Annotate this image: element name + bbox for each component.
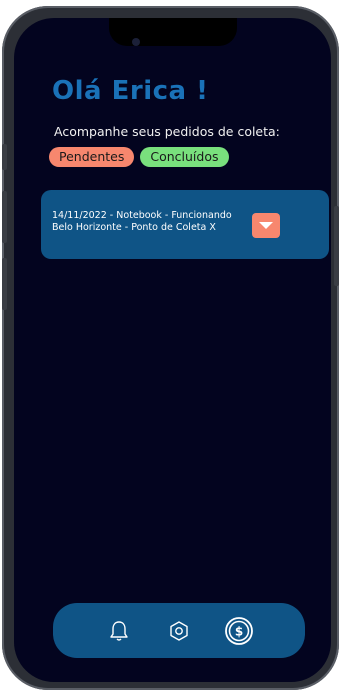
notch <box>108 18 237 46</box>
mute-switch <box>2 144 7 170</box>
expand-order-button[interactable] <box>252 213 280 238</box>
status-filters: Pendentes Concluídos <box>49 147 229 167</box>
power-button <box>334 206 339 286</box>
front-camera <box>132 38 140 46</box>
chevron-down-icon <box>259 222 273 229</box>
volume-down-button <box>2 258 7 310</box>
svg-text:$: $ <box>235 624 243 638</box>
notifications-nav-button[interactable] <box>102 614 136 648</box>
volume-up-button <box>2 191 7 243</box>
dollar-icon: $ <box>225 616 253 645</box>
phone-frame: Olá Erica ! Acompanhe seus pedidos de co… <box>2 6 339 690</box>
order-location: Belo Horizonte - Ponto de Coleta X <box>52 222 216 233</box>
bottom-nav: $ <box>53 603 305 658</box>
bell-icon <box>110 620 128 641</box>
settings-nav-button[interactable] <box>162 614 196 648</box>
order-card[interactable]: 14/11/2022 - Notebook - Funcionando Belo… <box>41 190 329 259</box>
pending-filter-button[interactable]: Pendentes <box>49 147 135 167</box>
completed-filter-button[interactable]: Concluídos <box>140 147 229 167</box>
app-screen: Olá Erica ! Acompanhe seus pedidos de co… <box>14 18 331 682</box>
orders-subtitle: Acompanhe seus pedidos de coleta: <box>54 124 280 139</box>
payments-nav-button[interactable]: $ <box>222 614 256 648</box>
settings-icon <box>170 620 188 641</box>
order-summary: 14/11/2022 - Notebook - Funcionando <box>52 210 232 221</box>
greeting-title: Olá Erica ! <box>52 76 209 106</box>
